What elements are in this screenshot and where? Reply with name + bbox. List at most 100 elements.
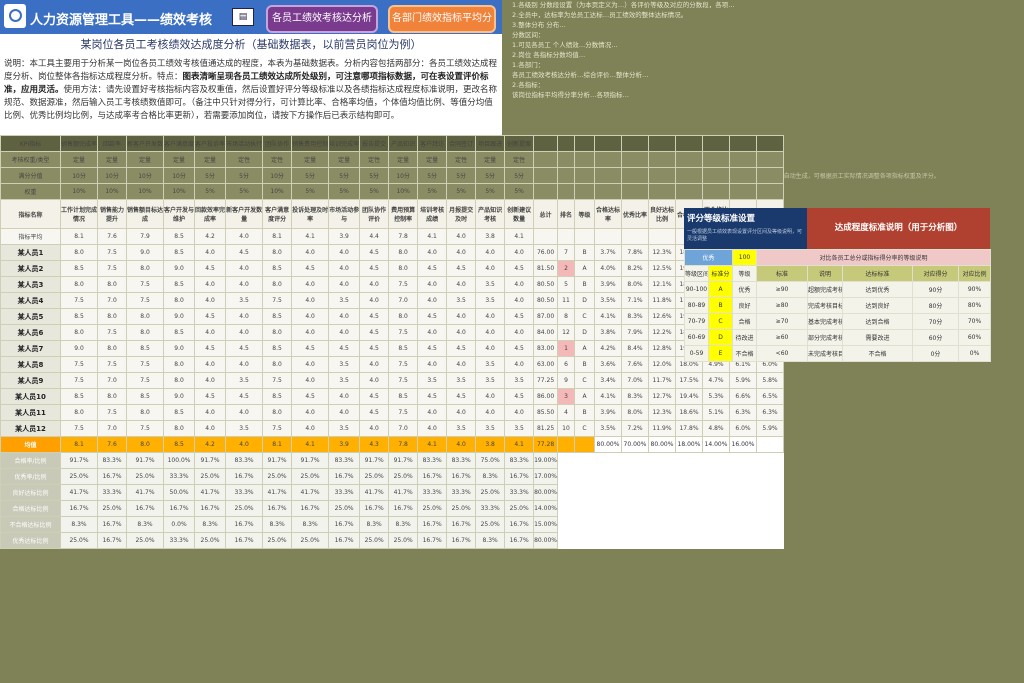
rate-cell: 3.5% — [594, 420, 622, 437]
score-input[interactable]: D — [707, 329, 734, 346]
footer-value: 25.0% — [262, 468, 293, 485]
footer-value: 25.0% — [446, 500, 477, 517]
spacer — [756, 484, 784, 501]
score-cell: 9.0 — [59, 340, 99, 357]
book-icon[interactable]: ▤ — [232, 8, 254, 26]
footer-value: 8.3% — [475, 532, 506, 549]
type-cell: 定量 — [417, 151, 448, 168]
kpi-header: 市场活动执行 — [225, 135, 264, 152]
grade-select[interactable]: 优秀 — [683, 249, 734, 266]
grade-cell: A — [574, 388, 595, 405]
kpi-header: 培训完成率 — [328, 135, 361, 152]
employee-name: 某人员6 — [0, 324, 61, 341]
score-cell: 8.0 — [388, 308, 419, 325]
score-cell: 8.5 — [163, 324, 196, 341]
score-cell: 4.5 — [504, 308, 535, 325]
score-cell: 8.0 — [59, 404, 99, 421]
score-input[interactable]: E — [707, 345, 734, 362]
rank-cell: 10 — [557, 420, 575, 437]
score-cell: 4.0 — [504, 356, 535, 373]
pts-cell: 0分 — [912, 345, 960, 362]
footer-label: 优秀率/比例 — [0, 468, 61, 485]
footer-value: 41.7% — [126, 484, 165, 501]
grade-value-input[interactable]: 100 — [732, 249, 758, 266]
panel-col-header: 等级区间 — [684, 265, 709, 282]
spacer — [594, 484, 622, 501]
rate-cell: 5.9% — [729, 372, 757, 389]
spacer — [729, 500, 757, 517]
footer-value: 25.0% — [504, 500, 535, 517]
footer-value: 8.3% — [291, 516, 330, 533]
score-input[interactable]: B — [707, 297, 734, 314]
employee-name: 某人员8 — [0, 356, 61, 373]
type-cell: 定量 — [126, 151, 165, 168]
score-cell: 4.5 — [446, 340, 477, 357]
avg-score: 4.0 — [225, 228, 264, 245]
type-cell: 定性 — [359, 151, 390, 168]
employee-name: 某人员11 — [0, 404, 61, 421]
score-cell: 3.5 — [504, 420, 535, 437]
employee-analysis-button[interactable]: 各员工绩效考核达分析 — [266, 5, 378, 33]
average-rate: 80.00% — [594, 436, 622, 453]
footer-value: 25.0% — [328, 500, 361, 517]
spacer — [621, 468, 649, 485]
spacer — [729, 532, 757, 549]
standard-row: 60-69D待改进≥60部分完成考核目标需要改进60分60% — [684, 329, 992, 346]
score-cell: 4.5 — [446, 260, 477, 277]
average-rate: 70.00% — [621, 436, 649, 453]
footer-value: 25.0% — [291, 468, 330, 485]
score-cell: 4.0 — [504, 404, 535, 421]
panel-col-header: 达标标准 — [842, 265, 914, 282]
department-analysis-button[interactable]: 各部门绩效指标平均分析 — [388, 5, 496, 48]
std-cell: ≥90 — [756, 281, 809, 298]
score-cell: 4.0 — [504, 244, 535, 261]
score-input[interactable]: C — [707, 313, 734, 330]
spacer — [675, 468, 703, 485]
rate-cell: 6.5% — [756, 388, 784, 405]
rate-cell: 8.0% — [621, 404, 649, 421]
footer-value: 83.3% — [417, 452, 448, 469]
weight-cell: 5% — [504, 183, 535, 200]
grade-cell: D — [574, 292, 595, 309]
spacer — [621, 151, 649, 168]
footer-total: 15.00% — [533, 516, 558, 533]
employee-name: 某人员7 — [0, 340, 61, 357]
extra-header: 良好达标比例 — [648, 199, 676, 229]
footer-value: 16.7% — [163, 500, 196, 517]
average-score: 8.1 — [59, 436, 99, 453]
score-input[interactable]: A — [707, 281, 734, 298]
average-score: 4.3 — [359, 436, 390, 453]
footer-value: 16.7% — [59, 500, 99, 517]
score-cell: 3.5 — [475, 356, 506, 373]
item-header: 新客户开发数量 — [225, 199, 264, 229]
pct-cell: 90% — [958, 281, 992, 298]
avg-score: 4.4 — [359, 228, 390, 245]
spacer — [621, 228, 649, 245]
score-cell: 4.5 — [225, 244, 264, 261]
pts-cell: 80分 — [912, 297, 960, 314]
score-cell: 4.0 — [291, 308, 330, 325]
rate-cell: 5.8% — [756, 372, 784, 389]
score-cell: 4.5 — [504, 260, 535, 277]
rank-cell: 1 — [557, 340, 575, 357]
average-score: 8.1 — [262, 436, 293, 453]
footer-value: 16.7% — [194, 500, 227, 517]
spacer — [702, 532, 730, 549]
footer-value: 16.7% — [328, 532, 361, 549]
max-cell: 5分 — [225, 167, 264, 184]
spacer — [533, 151, 558, 168]
select-row: 优秀 100 对比各员工总分或指标得分率的等级说明 — [683, 249, 992, 266]
score-cell: 4.5 — [291, 340, 330, 357]
total-cell: 85.50 — [533, 404, 558, 421]
spacer — [574, 228, 595, 245]
score-cell: 8.5 — [163, 276, 196, 293]
score-cell: 4.0 — [359, 420, 390, 437]
score-cell: 4.0 — [328, 276, 361, 293]
rate-cell: 6.3% — [729, 404, 757, 421]
item-header: 回款效率完成率 — [194, 199, 227, 229]
avg-score: 7.8 — [388, 228, 419, 245]
type-cell: 定量 — [475, 151, 506, 168]
rate-cell: 17.5% — [675, 372, 703, 389]
score-cell: 4.0 — [475, 404, 506, 421]
score-cell: 7.5 — [388, 404, 419, 421]
